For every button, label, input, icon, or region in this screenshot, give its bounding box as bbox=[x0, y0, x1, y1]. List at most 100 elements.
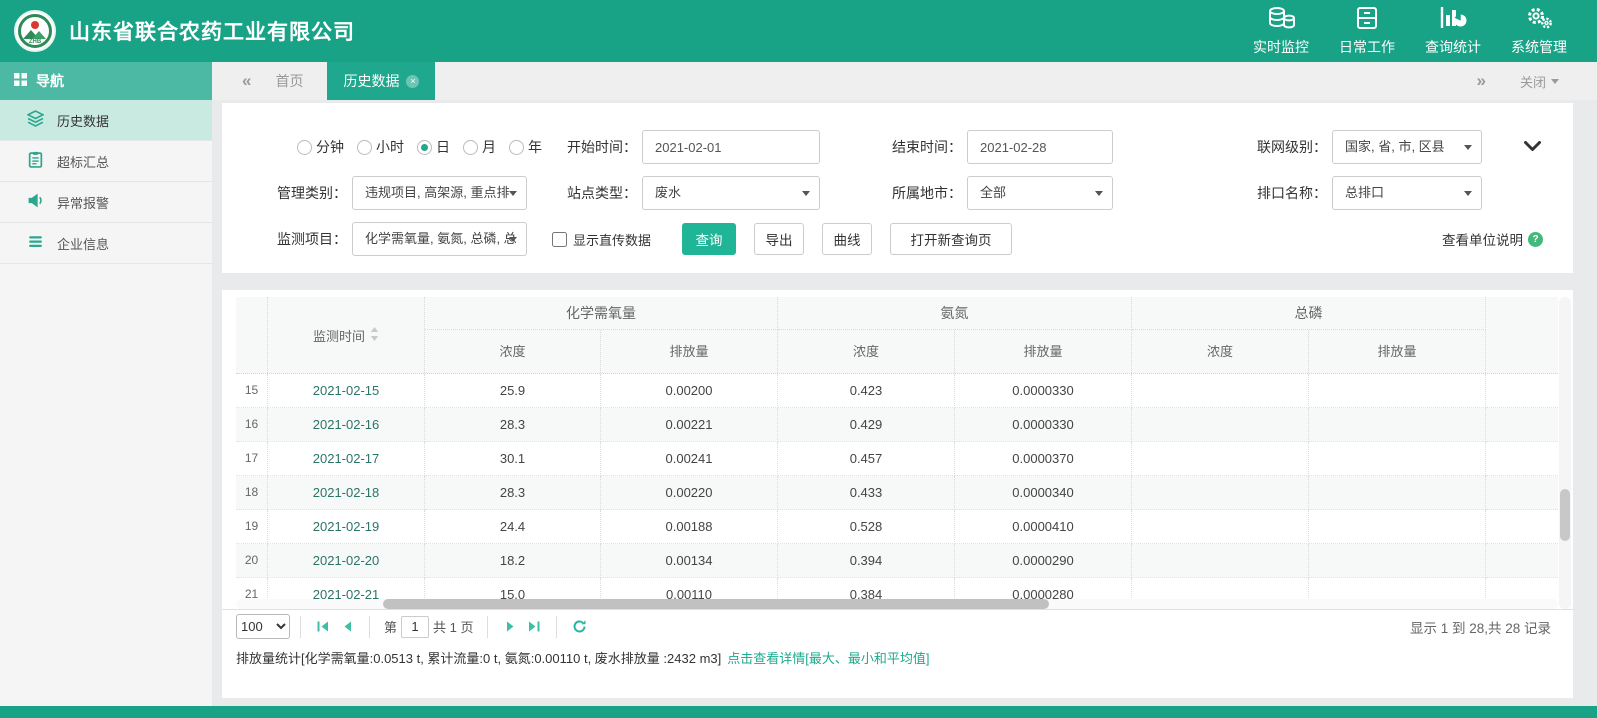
nav-system-management[interactable]: 系统管理 bbox=[1511, 6, 1567, 57]
tabs-scroll-left-icon[interactable] bbox=[242, 71, 251, 91]
row-index: 15 bbox=[236, 374, 268, 408]
row-date-link[interactable]: 2021-02-18 bbox=[268, 476, 425, 510]
period-radio[interactable]: 月 bbox=[463, 137, 496, 157]
row-date-link[interactable]: 2021-02-16 bbox=[268, 408, 425, 442]
row-filler bbox=[1486, 544, 1558, 578]
records-info: 显示 1 到 28,共 28 记录 bbox=[1409, 620, 1551, 636]
query-button[interactable]: 查询 bbox=[682, 223, 736, 255]
table-row: 18 2021-02-18 28.3 0.00220 0.433 0.0000340 bbox=[236, 476, 1558, 510]
row-value bbox=[1309, 544, 1486, 578]
tab-home[interactable]: 首页 bbox=[251, 62, 327, 100]
start-time-input[interactable] bbox=[642, 130, 820, 164]
row-index: 20 bbox=[236, 544, 268, 578]
curve-button[interactable]: 曲线 bbox=[822, 223, 872, 255]
outlet-name-select[interactable]: 总排口 bbox=[1332, 176, 1482, 210]
site-type-label: 站点类型： bbox=[567, 185, 637, 201]
row-value: 0.457 bbox=[778, 442, 955, 476]
tab-label: 历史数据 bbox=[343, 73, 400, 89]
nav-daily-work[interactable]: 日常工作 bbox=[1339, 6, 1395, 57]
table-body: 15 2021-02-15 25.9 0.00200 0.423 0.0000330 16 2… bbox=[236, 374, 1558, 600]
header-monitor-time[interactable]: 监测时间 bbox=[268, 297, 425, 373]
row-index: 16 bbox=[236, 408, 268, 442]
unit-link-label: 查看单位说明 bbox=[1442, 233, 1523, 248]
collapse-panel-icon[interactable] bbox=[1524, 139, 1541, 157]
row-value: 0.0000410 bbox=[955, 510, 1132, 544]
table-row: 17 2021-02-17 30.1 0.00241 0.457 0.0000370 bbox=[236, 442, 1558, 476]
row-date-link[interactable]: 2021-02-20 bbox=[268, 544, 425, 578]
refresh-icon[interactable] bbox=[567, 616, 591, 638]
speaker-icon bbox=[27, 192, 44, 212]
export-button[interactable]: 导出 bbox=[754, 223, 804, 255]
row-date-link[interactable]: 2021-02-17 bbox=[268, 442, 425, 476]
period-radio[interactable]: 年 bbox=[509, 137, 542, 157]
tab-history-data[interactable]: 历史数据 bbox=[327, 62, 436, 100]
end-time-input[interactable] bbox=[967, 130, 1113, 164]
last-page-button[interactable] bbox=[522, 616, 546, 638]
row-value: 0.394 bbox=[778, 544, 955, 578]
next-page-button[interactable] bbox=[498, 616, 522, 638]
select-value: 违规项目, 高架源, 重点排 bbox=[365, 185, 510, 200]
sidebar: 导航 历史数据 超标汇总 异常报警 企业信息 bbox=[0, 62, 212, 706]
row-date-link[interactable]: 2021-02-15 bbox=[268, 374, 425, 408]
database-icon bbox=[1266, 6, 1296, 35]
group-label: 总磷 bbox=[1132, 297, 1486, 330]
header-filler bbox=[1486, 297, 1558, 373]
sidebar-header: 导航 bbox=[0, 62, 212, 100]
city-select[interactable]: 全部 bbox=[967, 176, 1113, 210]
close-menu-label: 关闭 bbox=[1519, 74, 1546, 90]
tab-label: 首页 bbox=[275, 73, 304, 89]
row-value: 24.4 bbox=[425, 510, 601, 544]
row-value: 0.00241 bbox=[601, 442, 778, 476]
prev-page-button[interactable] bbox=[335, 616, 359, 638]
site-type-select[interactable]: 废水 bbox=[642, 176, 820, 210]
nav-query-statistics[interactable]: 查询统计 bbox=[1425, 6, 1481, 57]
period-label: 分钟 bbox=[316, 139, 344, 155]
filter-panel: 分钟 小时 日 月 年 开始时间： 结束时间： 联网级别： 国家, 省, 市, … bbox=[222, 103, 1573, 273]
close-tabs-menu[interactable]: 关闭 bbox=[1520, 72, 1559, 91]
direct-data-checkbox[interactable] bbox=[552, 231, 567, 247]
subcol-emission: 排放量 bbox=[601, 330, 778, 373]
sidebar-item-abnormal-alarm[interactable]: 异常报警 bbox=[0, 182, 212, 223]
page-number-input[interactable] bbox=[401, 615, 430, 638]
row-value bbox=[1309, 510, 1486, 544]
horizontal-scrollbar[interactable] bbox=[236, 599, 1558, 609]
period-radio[interactable]: 日 bbox=[417, 137, 450, 157]
row-filler bbox=[1486, 510, 1558, 544]
first-page-button[interactable] bbox=[311, 616, 335, 638]
sidebar-item-enterprise-info[interactable]: 企业信息 bbox=[0, 223, 212, 264]
grid-icon bbox=[14, 73, 27, 89]
page-size-select[interactable]: 100 bbox=[236, 614, 290, 639]
row-date-link[interactable]: 2021-02-19 bbox=[268, 510, 425, 544]
vertical-scrollbar-thumb[interactable] bbox=[1560, 489, 1570, 541]
sidebar-item-label: 历史数据 bbox=[57, 113, 110, 129]
row-date-link[interactable]: 2021-02-21 bbox=[268, 578, 425, 600]
radio-icon bbox=[417, 139, 432, 155]
row-value bbox=[1309, 442, 1486, 476]
horizontal-scrollbar-thumb[interactable] bbox=[383, 599, 1049, 609]
radio-icon bbox=[357, 139, 372, 155]
data-table-panel: 监测时间 化学需氧量 浓度 排放量 氨氮 浓度 排放量 总磷 浓度 排放量 15… bbox=[222, 290, 1573, 698]
detail-link[interactable]: 点击查看详情[最大、最小和平均值] bbox=[727, 651, 929, 666]
tabs-scroll-right-icon[interactable] bbox=[1477, 71, 1486, 91]
subcol-concentration: 浓度 bbox=[1132, 330, 1309, 373]
row-value bbox=[1132, 510, 1309, 544]
nav-realtime-monitor[interactable]: 实时监控 bbox=[1253, 6, 1309, 57]
table-row: 19 2021-02-19 24.4 0.00188 0.528 0.0000410 bbox=[236, 510, 1558, 544]
row-filler bbox=[1486, 374, 1558, 408]
unit-description-link[interactable]: 查看单位说明 bbox=[1442, 229, 1543, 249]
period-radio[interactable]: 分钟 bbox=[297, 137, 344, 157]
network-level-select[interactable]: 国家, 省, 市, 区县 bbox=[1332, 130, 1482, 164]
vertical-scrollbar[interactable] bbox=[1559, 297, 1571, 609]
open-new-query-button[interactable]: 打开新查询页 bbox=[890, 223, 1012, 255]
management-category-select[interactable]: 违规项目, 高架源, 重点排 bbox=[352, 176, 527, 210]
period-radio[interactable]: 小时 bbox=[357, 137, 404, 157]
direct-data-label: 显示直传数据 bbox=[573, 232, 652, 248]
tab-bar: 首页 历史数据 关闭 bbox=[212, 62, 1597, 100]
monitor-items-select[interactable]: 化学需氧量, 氨氮, 总磷, 总 bbox=[352, 222, 527, 256]
sidebar-item-exceedance-summary[interactable]: 超标汇总 bbox=[0, 141, 212, 182]
tab-close-icon[interactable] bbox=[406, 74, 420, 88]
sidebar-item-history-data[interactable]: 历史数据 bbox=[0, 100, 212, 141]
select-value: 全部 bbox=[980, 185, 1007, 200]
main-content: 分钟 小时 日 月 年 开始时间： 结束时间： 联网级别： 国家, 省, 市, … bbox=[222, 100, 1573, 698]
header-index-column bbox=[236, 297, 268, 373]
